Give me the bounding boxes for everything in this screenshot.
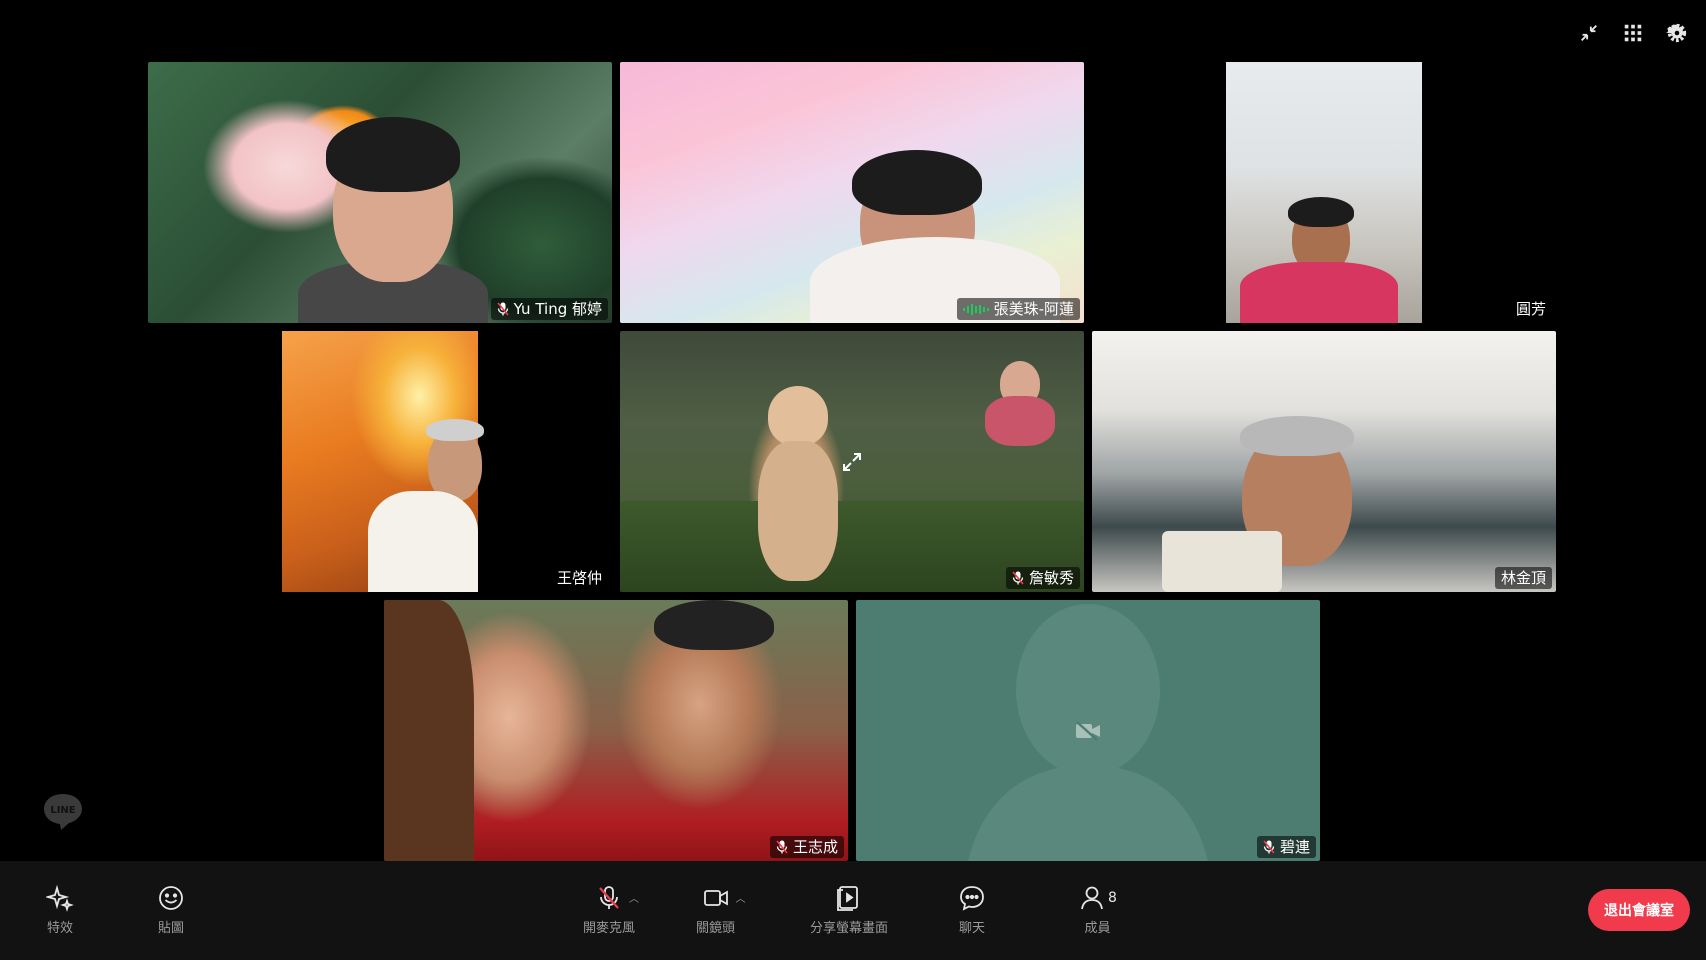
participant-name: 林金頂	[1500, 569, 1546, 587]
mic-off-icon	[599, 886, 619, 909]
share-label: 分享螢幕畫面	[810, 921, 889, 936]
expand-icon[interactable]	[840, 450, 864, 474]
stickers-label: 貼圖	[157, 921, 184, 936]
leave-meeting-button[interactable]: 退出會議室	[1588, 889, 1690, 931]
speaking-indicator-icon	[962, 304, 989, 315]
stickers-button[interactable]: 貼圖	[157, 883, 185, 936]
participant-name-tag: 王啓仲	[551, 567, 608, 589]
camera-off-icon	[1076, 720, 1100, 741]
paper	[1162, 531, 1282, 592]
mic-off-icon	[1263, 840, 1275, 854]
person-hair	[1240, 416, 1354, 456]
camera-options-caret[interactable]: ︿	[736, 890, 746, 905]
members-button[interactable]: 8 成員	[1078, 883, 1117, 936]
person-hair	[384, 600, 474, 861]
statue-body	[758, 441, 838, 581]
person-icon	[1081, 886, 1103, 910]
effects-label: 特效	[46, 921, 73, 936]
person-shirt	[368, 491, 478, 592]
camera-toggle-button[interactable]: ︿ 關鏡頭	[696, 883, 746, 936]
video-tile[interactable]: 林金頂	[1092, 331, 1556, 592]
camera-label: 關鏡頭	[696, 921, 736, 936]
mic-off-icon	[776, 840, 788, 854]
video-tile[interactable]: 詹敏秀	[620, 331, 1084, 592]
person-shirt	[1240, 262, 1398, 323]
participant-name: 圓芳	[1515, 300, 1546, 318]
person-hair	[852, 150, 982, 215]
participant-name-tag: Yu Ting 郁婷	[490, 298, 608, 320]
video-call-window: Yu Ting 郁婷 張美珠-阿蓮 圓芳 王啓仲 詹敏秀 林金頂 王志成 碧連 …	[0, 0, 1706, 960]
video-tile[interactable]: 圓芳	[1092, 62, 1556, 323]
members-label: 成員	[1084, 921, 1111, 936]
mic-off-icon	[1012, 571, 1024, 585]
person-hair	[654, 600, 774, 650]
participant-name: 詹敏秀	[1028, 569, 1074, 587]
settings-button[interactable]	[1666, 22, 1688, 44]
video-tile[interactable]: 碧連	[856, 600, 1320, 861]
video-tile[interactable]: 王志成	[384, 600, 848, 861]
participant-name-tag: 圓芳	[1510, 298, 1552, 320]
participant-name-tag: 張美珠-阿蓮	[956, 298, 1080, 320]
line-logo: LINE	[42, 790, 84, 832]
participant-name-tag: 林金頂	[1494, 567, 1552, 589]
video-camera-icon	[703, 890, 728, 906]
person-hair	[1288, 197, 1354, 227]
settings-icon	[1666, 23, 1687, 43]
mic-toggle-button[interactable]: ︿ 開麥克風	[583, 883, 639, 936]
minimize-icon	[1581, 25, 1597, 41]
mic-options-caret[interactable]: ︿	[629, 890, 639, 905]
participant-name-tag: 碧連	[1256, 836, 1316, 858]
participant-name-tag: 詹敏秀	[1005, 567, 1080, 589]
sparkle-icon	[46, 884, 74, 912]
statue-head	[768, 386, 828, 446]
effects-button[interactable]: 特效	[46, 883, 74, 936]
share-screen-button[interactable]: 分享螢幕畫面	[810, 883, 888, 936]
participant-name: 王啓仲	[556, 569, 602, 587]
statue-body	[985, 396, 1055, 446]
screen-share-icon	[837, 886, 858, 911]
mic-label: 開麥克風	[583, 921, 636, 936]
grid-view-button[interactable]	[1622, 22, 1644, 44]
video-tile[interactable]: 張美珠-阿蓮	[620, 62, 1084, 323]
participant-name-tag: 王志成	[769, 836, 844, 858]
line-logo-text: LINE	[50, 805, 75, 816]
member-count: 8	[1108, 890, 1117, 906]
video-tile[interactable]: 王啓仲	[148, 331, 612, 592]
participant-name: Yu Ting 郁婷	[513, 300, 602, 318]
top-toolbar	[1578, 22, 1688, 44]
person-hair	[426, 419, 484, 441]
chat-bubble-icon	[960, 886, 984, 911]
bottom-toolbar: 特效 貼圖 ︿ 開麥克風 ︿ 關鏡頭 分享螢幕畫面 聊天 8 成員 退出會議室	[0, 861, 1706, 960]
minimize-button[interactable]	[1578, 22, 1600, 44]
person-hair	[326, 117, 460, 192]
video-tile[interactable]: Yu Ting 郁婷	[148, 62, 612, 323]
grid-view-icon	[1624, 24, 1642, 42]
participant-name: 王志成	[792, 838, 838, 856]
mic-off-icon	[496, 302, 509, 316]
chat-label: 聊天	[958, 921, 985, 936]
participant-name: 張美珠-阿蓮	[993, 300, 1074, 318]
smiley-icon	[159, 886, 183, 910]
chat-button[interactable]: 聊天	[958, 883, 986, 936]
participant-name: 碧連	[1279, 838, 1310, 856]
